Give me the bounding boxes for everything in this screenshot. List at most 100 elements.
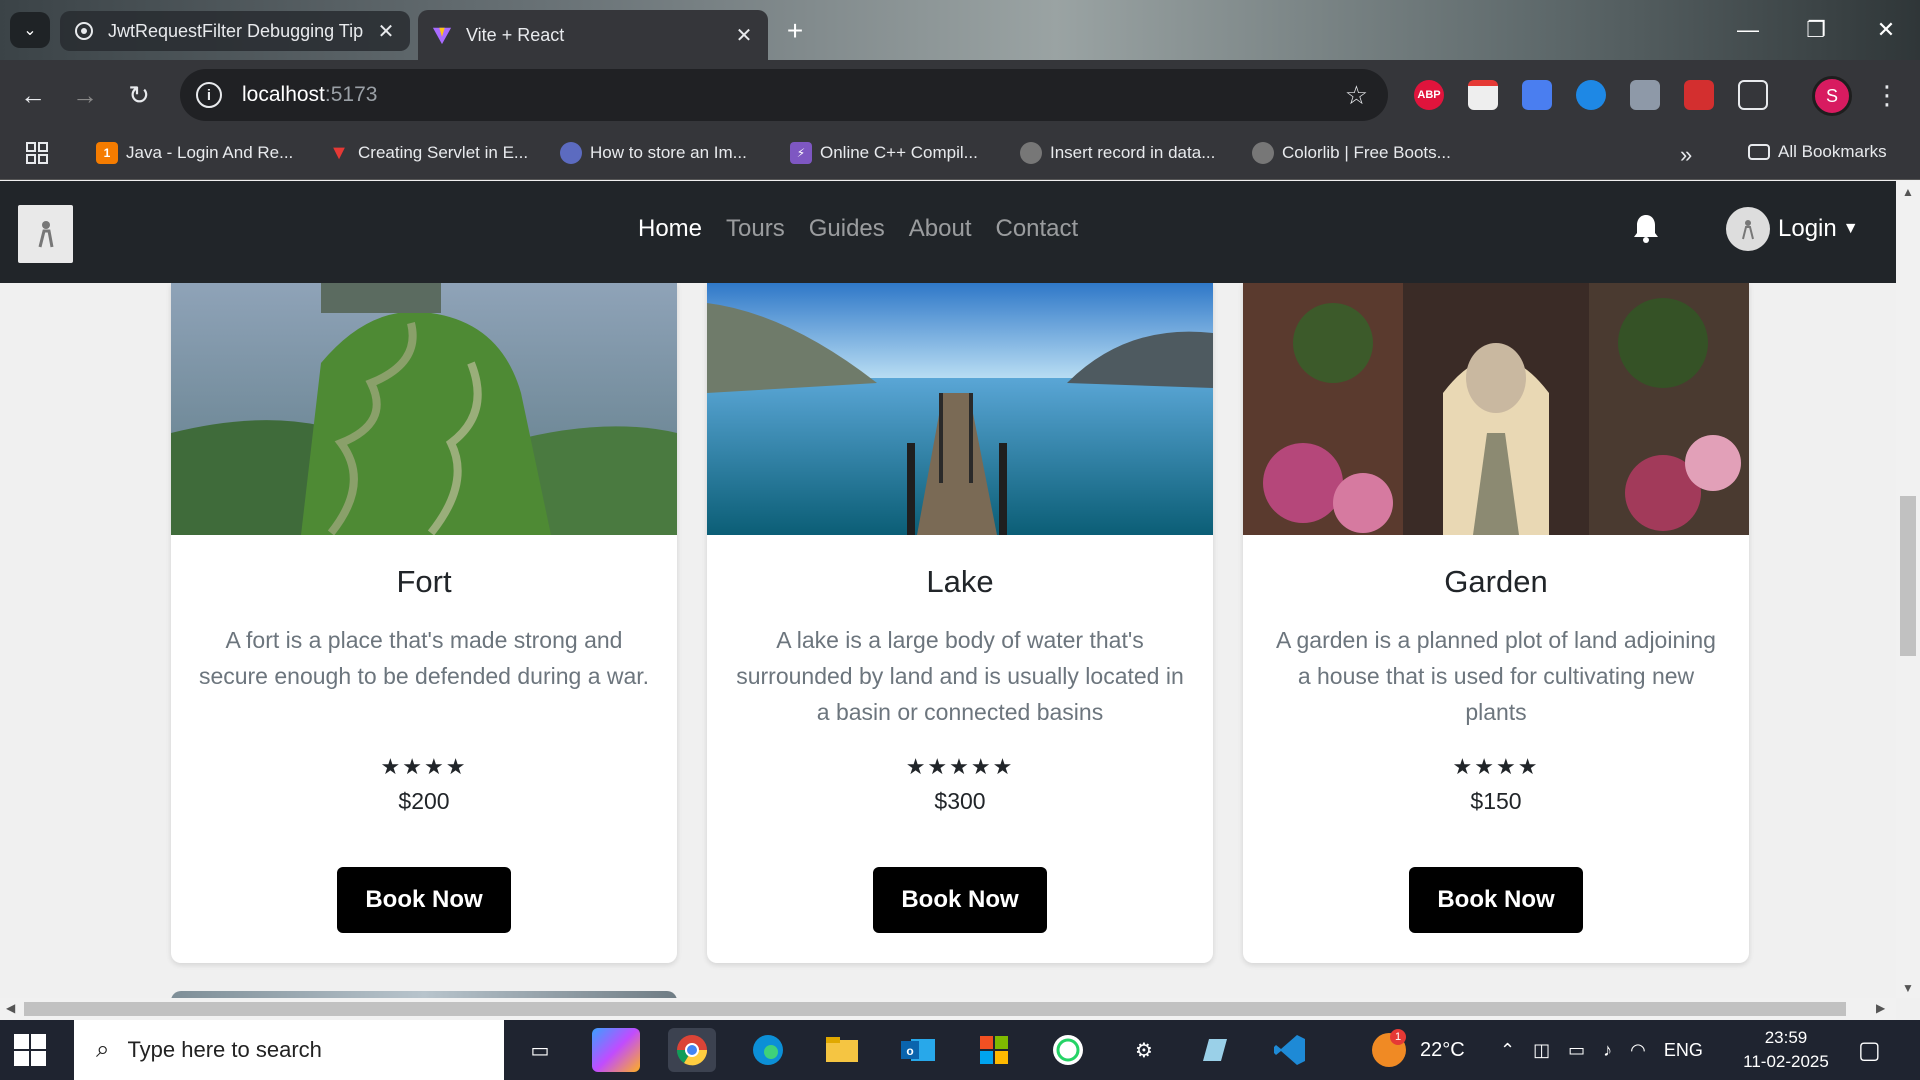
volume-icon[interactable]: ♪ bbox=[1603, 1040, 1612, 1061]
whatsapp-icon[interactable] bbox=[1044, 1028, 1092, 1072]
bookmark-item[interactable]: How to store an Im... bbox=[560, 142, 747, 164]
adblock-plus-icon[interactable]: ABP bbox=[1414, 80, 1444, 110]
scroll-right-icon[interactable]: ▶ bbox=[1876, 1001, 1885, 1015]
card-price: $150 bbox=[1470, 788, 1522, 814]
notification-icon[interactable]: ▢ bbox=[1858, 1020, 1881, 1080]
new-tab-button[interactable]: + bbox=[778, 14, 812, 48]
profile-avatar[interactable]: S bbox=[1812, 76, 1852, 116]
bookmarks-overflow-button[interactable]: » bbox=[1680, 142, 1692, 168]
bookmark-star-icon[interactable]: ☆ bbox=[1345, 80, 1368, 111]
outlook-icon[interactable]: o bbox=[894, 1028, 942, 1072]
nav-guides[interactable]: Guides bbox=[809, 215, 885, 243]
bookmark-item[interactable]: 1 Java - Login And Re... bbox=[96, 142, 293, 164]
scroll-up-icon[interactable]: ▲ bbox=[1902, 185, 1914, 199]
copilot-icon[interactable] bbox=[592, 1028, 640, 1072]
game-extension-icon[interactable] bbox=[1684, 80, 1714, 110]
weather-badge: 1 bbox=[1390, 1029, 1406, 1045]
edge-icon[interactable] bbox=[744, 1028, 792, 1072]
bookmark-favicon bbox=[560, 142, 582, 164]
tour-cards-section: Fort A fort is a place that's made stron… bbox=[0, 283, 1896, 998]
site-info-icon[interactable]: i bbox=[196, 82, 222, 108]
clock-date: 11-02-2025 bbox=[1743, 1052, 1829, 1071]
wifi-icon[interactable]: ◠ bbox=[1630, 1040, 1646, 1061]
bookmark-item[interactable]: ⚡ Online C++ Compil... bbox=[790, 142, 978, 164]
bookmark-item[interactable]: ▼ Creating Servlet in E... bbox=[328, 142, 528, 164]
card-description: A lake is a large body of water that's s… bbox=[736, 627, 1184, 725]
puzzle-extensions-icon[interactable] bbox=[1738, 80, 1768, 110]
book-now-button[interactable]: Book Now bbox=[873, 867, 1047, 933]
close-icon[interactable]: ✕ bbox=[376, 19, 396, 44]
login-dropdown[interactable]: Login ▼ bbox=[1726, 207, 1859, 251]
windows-start-icon[interactable] bbox=[14, 1034, 46, 1066]
bookmark-item[interactable]: Colorlib | Free Boots... bbox=[1252, 142, 1451, 164]
apps-grid-icon[interactable] bbox=[26, 142, 48, 164]
nav-contact[interactable]: Contact bbox=[995, 215, 1078, 243]
browser-tab-jwt[interactable]: JwtRequestFilter Debugging Tip ✕ bbox=[60, 11, 410, 51]
site-navbar: Home Tours Guides About Contact Login ▼ bbox=[0, 181, 1896, 283]
browser-tab-vite[interactable]: Vite + React ✕ bbox=[418, 10, 768, 60]
book-now-button[interactable]: Book Now bbox=[1409, 867, 1583, 933]
card-price: $300 bbox=[934, 788, 986, 814]
file-explorer-icon[interactable] bbox=[818, 1028, 866, 1072]
nav-home[interactable]: Home bbox=[638, 215, 702, 243]
nav-tours[interactable]: Tours bbox=[726, 215, 785, 243]
language-indicator[interactable]: ENG bbox=[1664, 1040, 1703, 1061]
chevron-up-icon[interactable]: ⌃ bbox=[1500, 1040, 1515, 1061]
reload-icon[interactable]: ↻ bbox=[120, 76, 158, 114]
fort-image bbox=[171, 283, 677, 536]
bookmark-favicon: ⚡ bbox=[790, 142, 812, 164]
scrollbar-thumb[interactable] bbox=[1900, 496, 1916, 656]
taskbar-search[interactable]: ⌕ Type here to search bbox=[74, 1020, 504, 1080]
battery-icon[interactable]: ▭ bbox=[1568, 1040, 1585, 1061]
horizontal-scrollbar[interactable]: ◀ ▶ bbox=[0, 998, 1896, 1020]
bell-icon[interactable] bbox=[1632, 213, 1660, 251]
task-view-icon[interactable]: ▭ bbox=[516, 1028, 564, 1072]
scroll-down-icon[interactable]: ▼ bbox=[1902, 981, 1914, 995]
vite-icon bbox=[432, 25, 452, 45]
docs-extension-icon[interactable] bbox=[1522, 80, 1552, 110]
nav-about[interactable]: About bbox=[909, 215, 972, 243]
lake-image bbox=[707, 283, 1213, 535]
scroll-left-icon[interactable]: ◀ bbox=[6, 1001, 15, 1015]
book-now-button[interactable]: Book Now bbox=[337, 867, 511, 933]
close-window-icon[interactable]: ✕ bbox=[1858, 10, 1914, 50]
browser-toolbar: ← → ↻ i localhost:5173 ☆ ABP ⋮ bbox=[0, 60, 1920, 130]
settings-gear-icon[interactable]: ⚙ bbox=[1120, 1028, 1168, 1072]
login-label: Login bbox=[1778, 215, 1837, 242]
back-arrow-icon[interactable]: ← bbox=[14, 76, 52, 114]
shield-extension-icon[interactable] bbox=[1630, 80, 1660, 110]
bookmark-item[interactable]: Insert record in data... bbox=[1020, 142, 1215, 164]
chevron-down-icon: ⌄ bbox=[23, 22, 37, 39]
close-icon[interactable]: ✕ bbox=[734, 23, 754, 48]
minimize-icon[interactable]: — bbox=[1720, 10, 1776, 50]
notepad-icon[interactable] bbox=[1190, 1028, 1238, 1072]
card-price: $200 bbox=[398, 788, 450, 814]
star-rating: ★★★★★ bbox=[905, 754, 1015, 779]
bookmark-favicon: 1 bbox=[96, 142, 118, 164]
more-menu-icon[interactable]: ⋮ bbox=[1868, 76, 1906, 114]
windows-taskbar: ⌕ Type here to search ▭ o ⚙ 1 22°C ⌃ ◫ ▭… bbox=[0, 1020, 1920, 1080]
main-nav: Home Tours Guides About Contact bbox=[638, 215, 1078, 243]
tab-search-button[interactable]: ⌄ bbox=[10, 12, 50, 48]
svg-text:o: o bbox=[906, 1044, 913, 1058]
all-bookmarks-button[interactable]: All Bookmarks bbox=[1748, 142, 1887, 162]
microsoft-store-icon[interactable] bbox=[970, 1028, 1018, 1072]
forward-arrow-icon[interactable]: → bbox=[66, 76, 104, 114]
globe-icon bbox=[1020, 142, 1042, 164]
card-title: Lake bbox=[926, 564, 994, 599]
sync-extension-icon[interactable] bbox=[1576, 80, 1606, 110]
system-tray: ⌃ ◫ ▭ ♪ ◠ ENG bbox=[1500, 1020, 1703, 1080]
chrome-icon[interactable] bbox=[668, 1028, 716, 1072]
weather-widget[interactable]: 1 22°C bbox=[1372, 1020, 1465, 1080]
meet-now-icon[interactable]: ◫ bbox=[1533, 1040, 1550, 1061]
scrollbar-thumb[interactable] bbox=[24, 1002, 1846, 1016]
calendar-extension-icon[interactable] bbox=[1468, 80, 1498, 110]
address-bar[interactable]: i localhost:5173 ☆ bbox=[180, 69, 1388, 121]
site-logo[interactable] bbox=[18, 205, 73, 263]
tab-title: JwtRequestFilter Debugging Tip bbox=[108, 20, 364, 41]
taskbar-clock[interactable]: 23:59 11-02-2025 bbox=[1736, 1026, 1836, 1074]
weather-temp: 22°C bbox=[1420, 1038, 1465, 1061]
vscode-icon[interactable] bbox=[1266, 1028, 1314, 1072]
restore-icon[interactable]: ❐ bbox=[1788, 10, 1844, 50]
vertical-scrollbar[interactable]: ▲ ▼ bbox=[1896, 181, 1920, 998]
